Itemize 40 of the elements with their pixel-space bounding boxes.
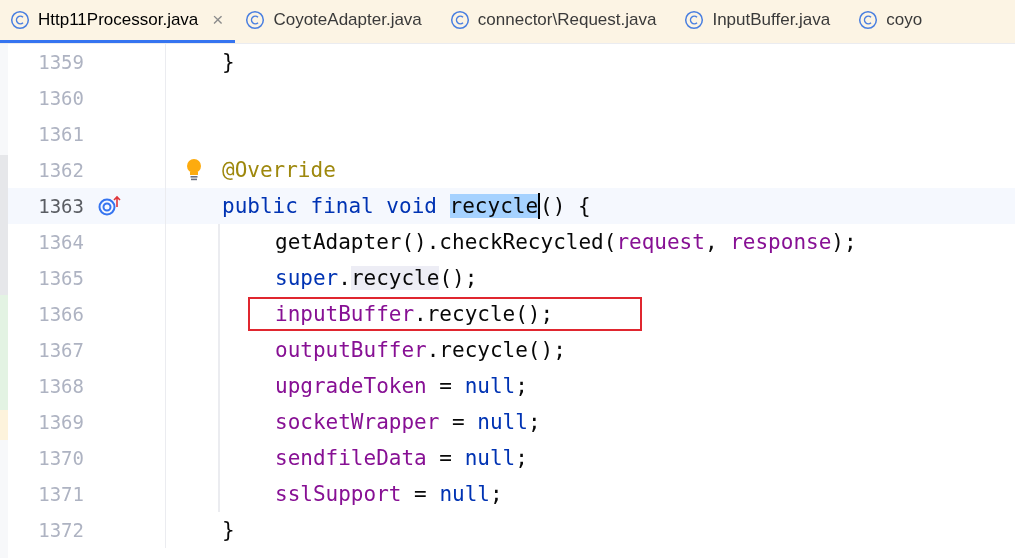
code-line: sendfileData = null; [275, 445, 528, 472]
code-line: @Override [222, 157, 336, 184]
selected-text: recycle [449, 194, 539, 218]
line-number: 1363 [37, 195, 84, 217]
line-number: 1361 [37, 123, 84, 145]
line-number: 1364 [37, 231, 84, 253]
editor-tab[interactable]: CoyoteAdapter.java [235, 0, 440, 43]
line-number: 1366 [37, 303, 84, 325]
line-number: 1370 [37, 447, 84, 469]
line-number: 1365 [37, 267, 84, 289]
line-number: 1372 [37, 519, 84, 541]
line-number: 1359 [37, 51, 84, 73]
code-line: sslSupport = null; [275, 481, 503, 508]
line-number: 1371 [37, 483, 84, 505]
class-icon [245, 10, 266, 30]
code-line: } [222, 49, 235, 76]
editor-tab[interactable]: connector\Request.java [439, 0, 675, 43]
class-icon [10, 10, 30, 30]
class-icon [858, 10, 879, 30]
line-number: 1360 [37, 87, 84, 109]
overrides-icon[interactable] [97, 195, 123, 217]
line-number: 1369 [37, 411, 84, 433]
code-line: outputBuffer.recycle(); [275, 337, 566, 364]
usage-highlight: recycle [350, 266, 440, 290]
line-number: 1362 [37, 159, 84, 181]
line-number: 1367 [37, 339, 84, 361]
code-line: upgradeToken = null; [275, 373, 528, 400]
code-line: socketWrapper = null; [275, 409, 541, 436]
code-line: public final void recycle() { [222, 192, 591, 220]
editor-tab[interactable]: coyo [848, 0, 941, 43]
code-line: super.recycle(); [275, 265, 478, 292]
code-line: } [222, 517, 235, 544]
code-line: getAdapter().checkRecycled(request, response); [275, 229, 857, 256]
line-number: 1368 [37, 375, 84, 397]
code-line: inputBuffer.recycle(); [275, 301, 554, 328]
editor-tab[interactable]: Http11Processor.java × [0, 0, 236, 43]
class-icon [449, 10, 470, 30]
lightbulb-icon[interactable] [186, 159, 202, 181]
editor-tab[interactable]: InputBuffer.java [674, 0, 849, 43]
class-icon [684, 10, 705, 30]
